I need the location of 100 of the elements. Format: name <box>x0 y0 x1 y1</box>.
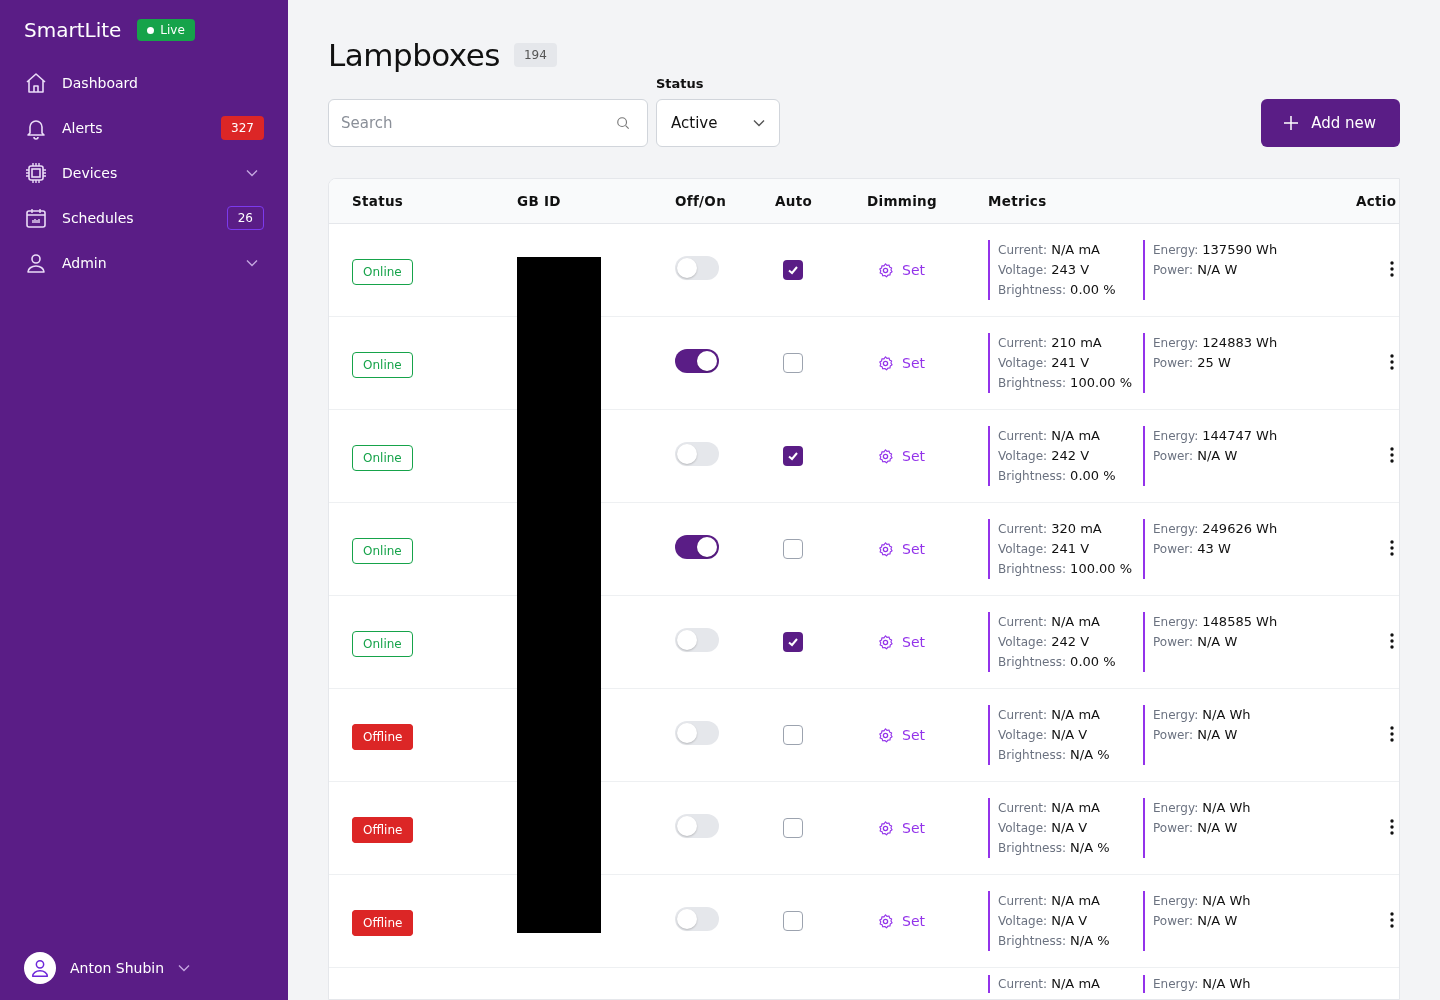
status-badge: Offline <box>352 723 414 750</box>
column-header: Metrics <box>988 193 1048 209</box>
metric-line: Power: N/A W <box>1153 447 1239 465</box>
gear-icon <box>877 540 894 558</box>
metric-line: Power: N/A W <box>1153 819 1239 837</box>
metric-line: Brightness: 100.00 % <box>998 560 1134 578</box>
metric-line: Power: 25 W <box>1153 354 1232 372</box>
power-toggle[interactable] <box>675 721 719 745</box>
metric-line: Energy: N/A Wh <box>1153 799 1251 817</box>
metric-line: Current: N/A mA <box>998 892 1101 910</box>
column-header: Off/On <box>675 193 728 209</box>
metric-line: Brightness: 0.00 % <box>998 281 1117 299</box>
check-icon <box>787 636 799 648</box>
set-dimming-button[interactable]: Set <box>877 540 925 558</box>
nav-item[interactable]: Devices <box>24 150 264 195</box>
gear-icon <box>877 819 894 837</box>
metric-line: Voltage: N/A V <box>998 726 1089 744</box>
power-toggle[interactable] <box>675 628 719 652</box>
metric-line: Current: N/A mA <box>998 613 1101 631</box>
set-dimming-button[interactable]: Set <box>877 354 925 372</box>
set-dimming-button[interactable]: Set <box>877 819 925 837</box>
gear-icon <box>877 354 894 372</box>
count-badge: 194 <box>513 43 557 67</box>
chevron-icon <box>753 119 765 127</box>
metric-line: Current: N/A mA <box>998 799 1101 817</box>
status-badge: Online <box>352 351 413 378</box>
metric-line: Current: 210 mA <box>998 334 1103 352</box>
brand-logo: SmartLite <box>24 18 122 42</box>
avatar-icon[interactable] <box>24 952 56 984</box>
page-title: Lampboxes <box>328 37 500 73</box>
metric-line: Power: N/A W <box>1153 261 1239 279</box>
chip-icon <box>24 160 48 185</box>
metric-line: Power: N/A W <box>1153 912 1239 930</box>
user-name[interactable]: Anton Shubin <box>70 960 165 976</box>
check-icon <box>787 450 799 462</box>
nav-item[interactable]: Admin <box>24 240 264 285</box>
metric-line: Current: N/A mA <box>998 427 1101 445</box>
metric-line: Energy: 148585 Wh <box>1153 613 1278 631</box>
set-dimming-button[interactable]: Set <box>877 726 925 744</box>
set-dimming-button[interactable]: Set <box>877 261 925 279</box>
column-header: Actio <box>1356 193 1398 209</box>
auto-checkbox[interactable] <box>783 260 803 280</box>
metric-line: Current: N/A mA <box>998 706 1101 724</box>
home-icon <box>24 70 48 95</box>
status-badge: Offline <box>352 816 414 843</box>
gear-icon <box>877 912 894 930</box>
nav-item[interactable]: Dashboard <box>24 60 264 105</box>
column-header: Status <box>352 193 405 209</box>
gear-icon <box>877 261 894 279</box>
status-badge: Online <box>352 444 413 471</box>
gear-icon <box>877 633 894 651</box>
auto-checkbox[interactable] <box>783 353 803 373</box>
count-badge: 327 <box>221 115 264 140</box>
metric-line: Brightness: 0.00 % <box>998 653 1117 671</box>
metric-line: Energy: N/A Wh <box>1153 892 1251 910</box>
count-badge: 26 <box>226 205 264 230</box>
auto-checkbox[interactable] <box>783 632 803 652</box>
gear-icon <box>877 447 894 465</box>
auto-checkbox[interactable] <box>783 446 803 466</box>
metric-line: Current: N/A mA <box>998 975 1101 993</box>
set-dimming-button[interactable]: Set <box>877 912 925 930</box>
status-dropdown[interactable]: Active <box>656 99 780 147</box>
metric-line: Power: N/A W <box>1153 633 1239 651</box>
live-badge: Live <box>137 19 195 41</box>
metric-line: Voltage: 242 V <box>998 447 1091 465</box>
auto-checkbox[interactable] <box>783 539 803 559</box>
metric-line: Energy: 137590 Wh <box>1153 241 1278 259</box>
metric-line: Voltage: N/A V <box>998 819 1089 837</box>
power-toggle[interactable] <box>675 349 719 373</box>
power-toggle[interactable] <box>675 907 719 931</box>
power-toggle[interactable] <box>675 256 719 280</box>
status-badge: Online <box>352 258 413 285</box>
auto-checkbox[interactable] <box>783 725 803 745</box>
metric-line: Power: 43 W <box>1153 540 1232 558</box>
column-header: Dimming <box>867 193 938 209</box>
set-dimming-button[interactable]: Set <box>877 633 925 651</box>
nav-item[interactable]: Alerts 327 <box>24 105 264 150</box>
auto-checkbox[interactable] <box>783 911 803 931</box>
metric-line: Energy: N/A Wh <box>1153 975 1251 993</box>
power-toggle[interactable] <box>675 814 719 838</box>
plus-icon <box>1283 115 1300 131</box>
metric-line: Voltage: 242 V <box>998 633 1091 651</box>
set-dimming-button[interactable]: Set <box>877 447 925 465</box>
status-badge: Online <box>352 537 413 564</box>
add-new-button[interactable]: Add new <box>1261 99 1400 147</box>
metric-line: Voltage: 243 V <box>998 261 1091 279</box>
metric-line: Current: N/A mA <box>998 241 1101 259</box>
metric-line: Current: 320 mA <box>998 520 1103 538</box>
metric-line: Power: N/A W <box>1153 726 1239 744</box>
metric-line: Voltage: N/A V <box>998 912 1089 930</box>
power-toggle[interactable] <box>675 535 719 559</box>
column-header: GB ID <box>517 193 562 209</box>
nav-item[interactable]: Schedules 26 <box>24 195 264 240</box>
search-field[interactable]: Search <box>328 99 648 147</box>
search-icon <box>616 116 630 130</box>
auto-checkbox[interactable] <box>783 818 803 838</box>
field-label: Status <box>656 76 705 91</box>
power-toggle[interactable] <box>675 442 719 466</box>
gear-icon <box>877 726 894 744</box>
metric-line: Brightness: N/A % <box>998 932 1111 950</box>
